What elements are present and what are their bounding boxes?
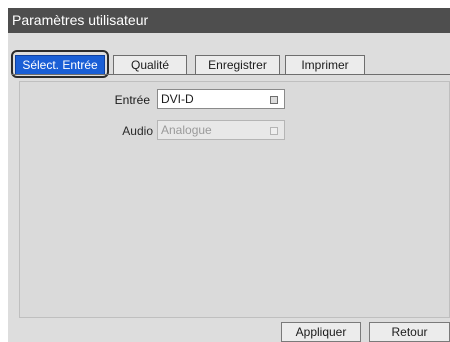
input-select-value: DVI-D <box>161 92 194 106</box>
tab-record[interactable]: Enregistrer <box>195 55 280 75</box>
dropdown-arrow-icon <box>270 127 278 135</box>
audio-select-value: Analogue <box>161 123 212 137</box>
tab-quality[interactable]: Qualité <box>113 55 187 75</box>
audio-label: Audio <box>122 124 153 138</box>
input-select[interactable]: DVI-D <box>157 89 285 109</box>
apply-button[interactable]: Appliquer <box>281 322 361 342</box>
tab-content <box>19 81 450 318</box>
settings-window: Paramètres utilisateur Sélect. Entrée Qu… <box>0 0 450 342</box>
back-button[interactable]: Retour <box>369 322 450 342</box>
tab-select-input[interactable]: Sélect. Entrée <box>15 55 105 75</box>
window-title: Paramètres utilisateur <box>8 8 450 33</box>
tab-divider <box>12 74 450 75</box>
input-label: Entrée <box>114 93 150 107</box>
dropdown-arrow-icon <box>270 96 278 104</box>
audio-select: Analogue <box>157 120 285 140</box>
tab-print[interactable]: Imprimer <box>285 55 365 75</box>
